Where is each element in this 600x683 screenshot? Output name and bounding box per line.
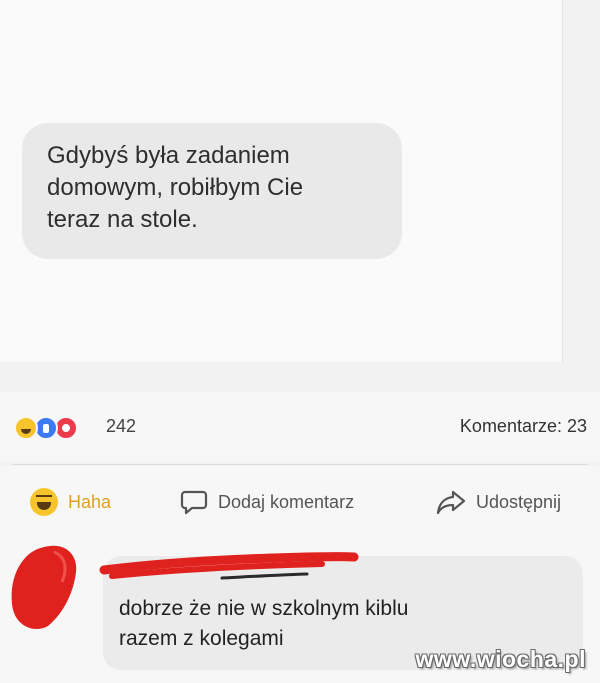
comment-icon [180,490,208,515]
share-button[interactable]: Udostępnij [436,487,561,517]
haha-button[interactable]: Haha [30,487,111,517]
haha-icon [30,488,58,516]
add-comment-button[interactable]: Dodaj komentarz [180,487,354,517]
comment-text: dobrze że nie w szkolnym kiblu razem z k… [119,597,409,650]
divider [12,464,588,465]
redaction-scribble [99,552,359,580]
share-arrow-icon [436,490,466,515]
haha-icon [14,416,38,440]
add-comment-label: Dodaj komentarz [218,491,355,512]
watermark: www.wiocha.pl [415,646,586,672]
comments-count[interactable]: Komentarze: 23 [460,416,587,437]
avatar[interactable] [10,542,80,632]
reaction-count[interactable]: 242 [106,416,136,437]
message-text: Gdybyś była zadaniem domowym, robiłbym C… [47,142,304,233]
reactions-summary[interactable] [14,416,100,440]
share-label: Udostępnij [476,491,562,512]
haha-label: Haha [68,491,112,512]
